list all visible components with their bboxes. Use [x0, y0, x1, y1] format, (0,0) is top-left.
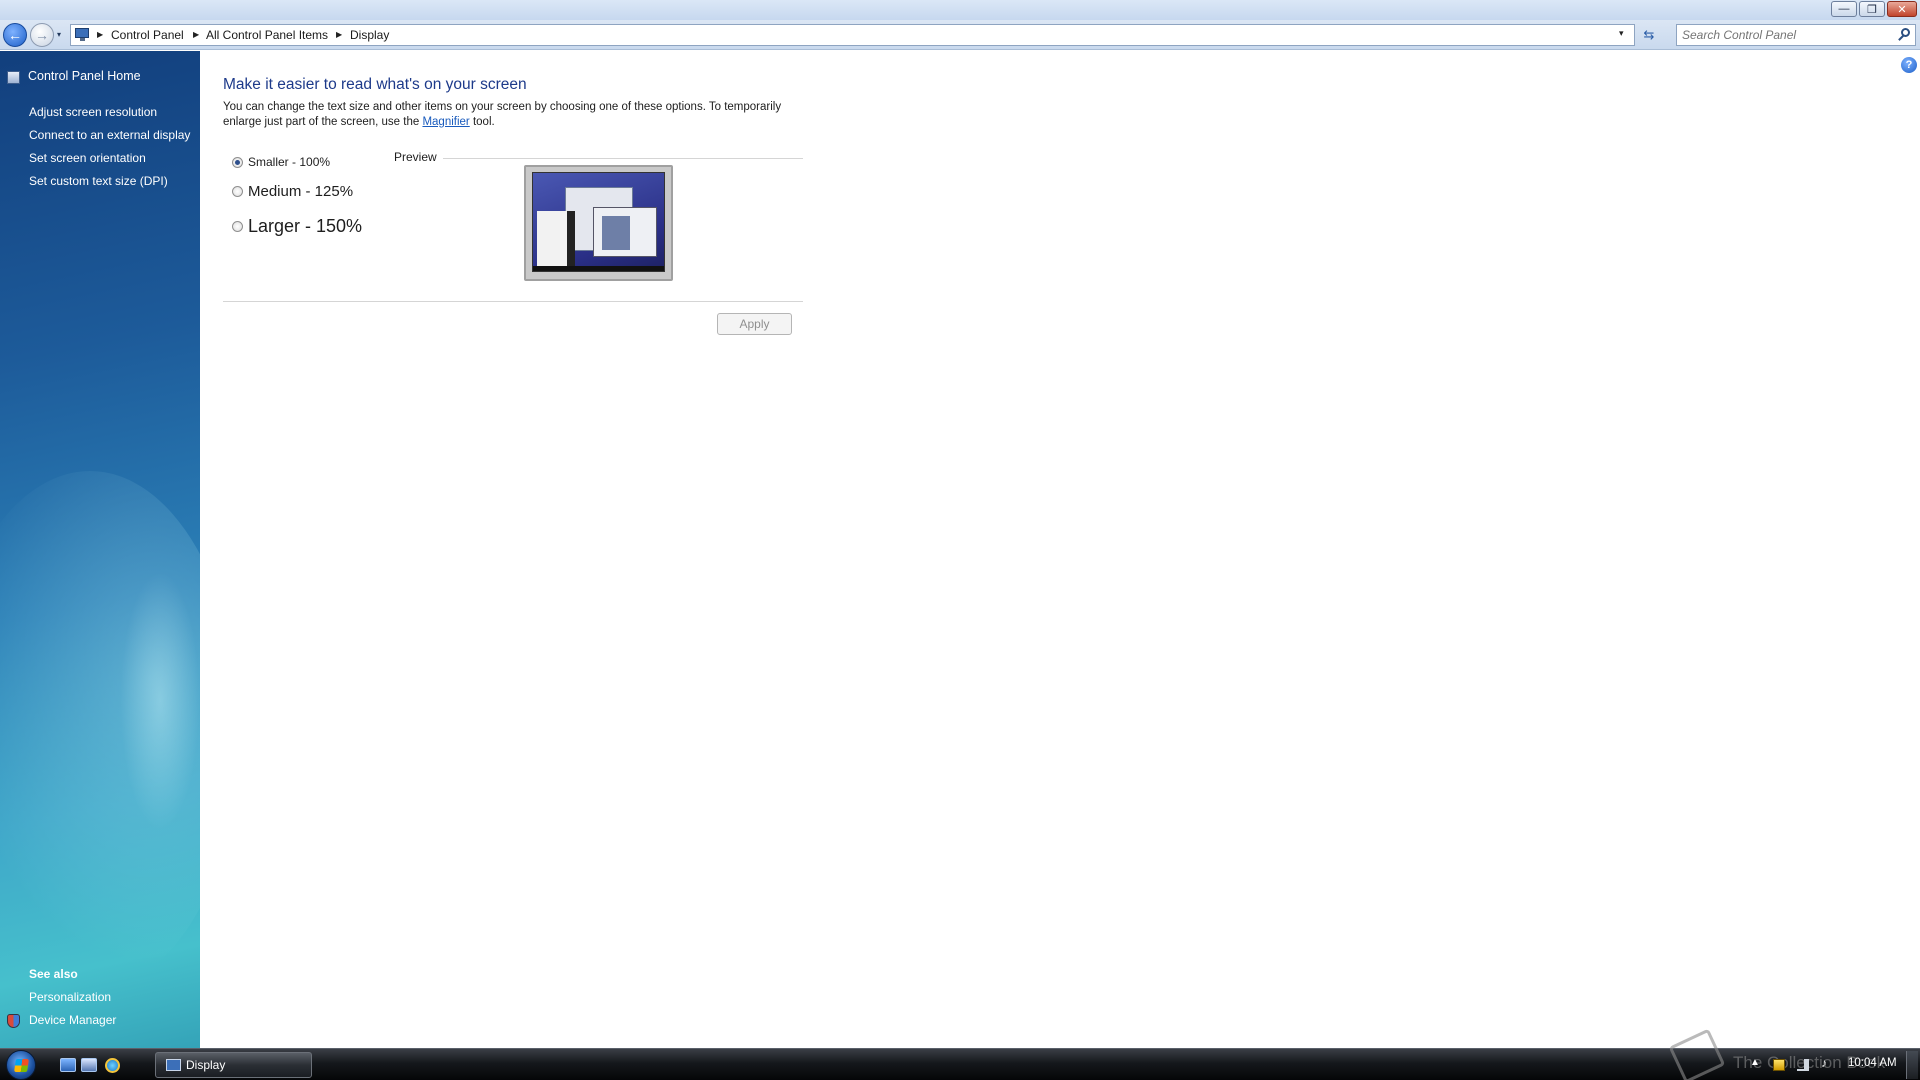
magnifier-link[interactable]: Magnifier [422, 116, 469, 128]
breadcrumb-display[interactable]: Display [350, 28, 389, 42]
device-manager-link[interactable]: Device Manager [29, 1013, 116, 1027]
address-history-dropdown[interactable]: ▾ [1619, 28, 1624, 39]
description-text-end: tool. [469, 116, 495, 128]
close-button[interactable]: ✕ [1887, 1, 1917, 17]
connect-external-display-link[interactable]: Connect to an external display [29, 128, 190, 142]
navigation-bar: ← → ▾ ▶ Control Panel ▶ All Control Pane… [0, 20, 1920, 50]
start-button[interactable] [6, 1050, 36, 1080]
control-panel-home-link[interactable]: Control Panel Home [28, 69, 141, 83]
page-description: You can change the text size and other i… [223, 100, 813, 130]
minimize-icon: — [1838, 3, 1850, 15]
option-medium-label: Medium - 125% [248, 183, 354, 200]
back-arrow-icon: ← [8, 27, 22, 43]
taskbar: Display The Collection Book ▲ ♪ 10:04 AM [0, 1028, 1920, 1080]
control-panel-icon [75, 28, 91, 42]
clock[interactable]: 10:04 AM [1848, 1057, 1897, 1069]
radio-medium[interactable] [232, 186, 243, 197]
close-icon: ✕ [1897, 3, 1907, 16]
preview-image [524, 165, 673, 281]
display-icon [166, 1059, 181, 1071]
show-desktop-quicklaunch-icon[interactable] [60, 1058, 76, 1072]
title-bar: — ❐ ✕ [0, 0, 1920, 20]
breadcrumb-separator-icon[interactable]: ▶ [97, 30, 103, 39]
breadcrumb-separator-icon[interactable]: ▶ [336, 30, 342, 39]
help-icon[interactable]: ? [1901, 57, 1917, 73]
preview-divider [443, 158, 803, 159]
breadcrumb-all-items[interactable]: All Control Panel Items [206, 28, 328, 42]
description-text: You can change the text size and other i… [223, 101, 782, 128]
breadcrumb-separator-icon[interactable]: ▶ [193, 30, 199, 39]
task-pane: Control Panel Home Adjust screen resolut… [0, 51, 200, 1048]
apply-button[interactable]: Apply [717, 313, 792, 335]
show-hidden-icons-icon[interactable]: ▲ [1750, 1057, 1762, 1069]
action-center-icon[interactable] [1773, 1059, 1785, 1071]
network-icon[interactable] [1797, 1059, 1809, 1071]
radio-smaller[interactable] [232, 156, 243, 168]
search-input[interactable] [1677, 25, 1887, 45]
taskbar-button-label: Display [186, 1058, 226, 1072]
maximize-button[interactable]: ❐ [1859, 1, 1885, 17]
divider [223, 301, 803, 302]
main-content: ? Make it easier to read what's on your … [200, 51, 1920, 1048]
page-title: Make it easier to read what's on your sc… [223, 76, 527, 93]
switch-windows-icon[interactable] [81, 1058, 97, 1072]
option-larger-label: Larger - 150% [248, 216, 363, 236]
see-also-heading: See also [29, 967, 78, 981]
internet-explorer-icon[interactable] [105, 1058, 120, 1073]
refresh-button[interactable]: ⇆ [1640, 27, 1658, 43]
option-smaller-label: Smaller - 100% [248, 155, 331, 169]
adjust-resolution-link[interactable]: Adjust screen resolution [29, 105, 157, 119]
forward-button[interactable]: → [30, 23, 54, 47]
back-button[interactable]: ← [3, 23, 27, 47]
breadcrumb-control-panel[interactable]: Control Panel [111, 28, 184, 42]
option-smaller[interactable]: Smaller - 100% [232, 155, 330, 169]
control-panel-home-icon [7, 71, 20, 84]
option-larger[interactable]: Larger - 150% [232, 216, 362, 237]
search-box[interactable] [1676, 24, 1916, 46]
search-icon[interactable] [1897, 28, 1911, 42]
recent-pages-dropdown[interactable]: ▾ [57, 30, 67, 40]
windows-logo-icon [14, 1059, 29, 1072]
shield-icon [7, 1014, 20, 1028]
forward-arrow-icon: → [35, 27, 49, 43]
minimize-button[interactable]: — [1831, 1, 1857, 17]
show-desktop-button[interactable] [1906, 1051, 1918, 1079]
screen-orientation-link[interactable]: Set screen orientation [29, 151, 146, 165]
preview-label: Preview [394, 150, 441, 164]
custom-text-size-link[interactable]: Set custom text size (DPI) [29, 174, 168, 188]
address-bar[interactable]: ▶ Control Panel ▶ All Control Panel Item… [70, 24, 1635, 46]
personalization-link[interactable]: Personalization [29, 990, 111, 1004]
volume-icon[interactable]: ♪ [1821, 1056, 1833, 1070]
option-medium[interactable]: Medium - 125% [232, 183, 353, 200]
restore-icon: ❐ [1867, 3, 1877, 16]
radio-larger[interactable] [232, 221, 243, 232]
taskbar-button-display[interactable]: Display [155, 1052, 312, 1078]
